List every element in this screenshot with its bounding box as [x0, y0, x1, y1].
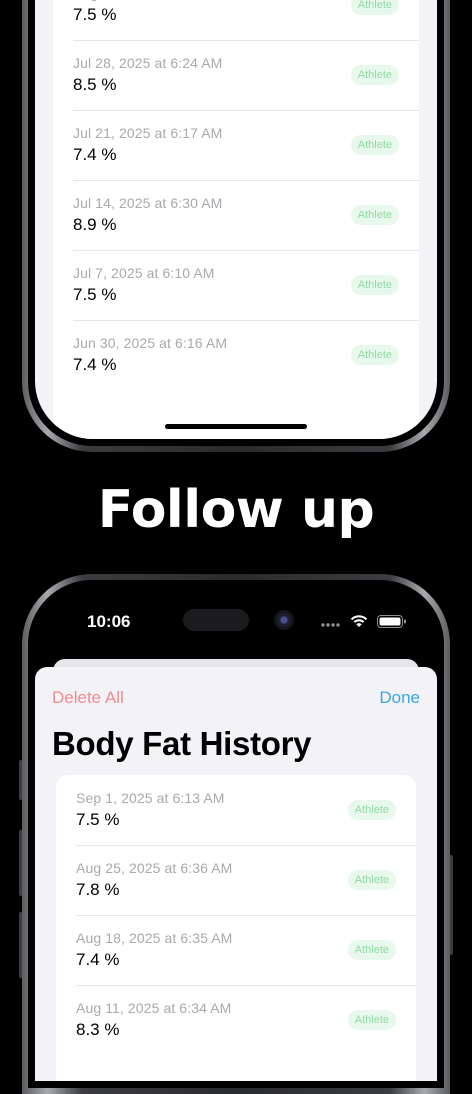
entry-date: Aug 18, 2025 at 6:35 AM	[76, 930, 233, 946]
entry-value: 8.9 %	[73, 215, 117, 234]
bottom-phone-bezel: 10:06 Delete All Done Body Fat History S…	[28, 580, 444, 1088]
top-phone-frame: 8.3 %Aug 4, 2025 at 6:28 AM7.5 %AthleteJ…	[22, 0, 450, 452]
history-sheet: Delete All Done Body Fat History Sep 1, …	[35, 667, 437, 1081]
category-badge: Athlete	[350, 345, 399, 365]
entry-value: 7.8 %	[76, 880, 120, 899]
list-item[interactable]: Aug 4, 2025 at 6:28 AM 7.5 % Athlete	[53, 0, 419, 40]
list-item[interactable]: Jul 28, 2025 at 6:24 AM 8.5 % Athlete	[53, 40, 419, 110]
list-item[interactable]: Jun 30, 2025 at 6:16 AM 7.4 % Athlete	[53, 320, 419, 390]
entry-date: Aug 11, 2025 at 6:34 AM	[76, 1000, 232, 1016]
headline: Follow up	[97, 480, 375, 540]
entry-value: 8.5 %	[73, 75, 117, 94]
dynamic-island	[183, 609, 249, 631]
category-badge: Athlete	[347, 870, 396, 890]
page-title: Body Fat History	[52, 725, 312, 762]
entry-date: Jul 14, 2025 at 6:30 AM	[73, 195, 223, 211]
entry-date: Aug 4, 2025 at 6:28 AM	[73, 0, 222, 1]
entry-value: 8.3 %	[76, 1020, 120, 1039]
category-badge: Athlete	[347, 800, 396, 820]
delete-all-button[interactable]: Delete All	[52, 688, 124, 708]
front-camera-icon	[274, 610, 294, 630]
list-item[interactable]: Sep 1, 2025 at 6:13 AM 7.5 % Athlete	[56, 775, 416, 845]
entry-date: Jul 21, 2025 at 6:17 AM	[73, 125, 223, 141]
category-badge: Athlete	[350, 65, 399, 85]
history-list-top: 8.3 %Aug 4, 2025 at 6:28 AM7.5 %AthleteJ…	[53, 0, 419, 439]
list-item[interactable]: Aug 25, 2025 at 6:36 AM 7.8 % Athlete	[56, 845, 416, 915]
history-list-bottom: Sep 1, 2025 at 6:13 AM 7.5 % Athlete Aug 25…	[56, 775, 416, 1081]
bottom-phone-frame: 10:06 Delete All Done Body Fat History S…	[22, 574, 450, 1094]
entry-date: Jul 7, 2025 at 6:10 AM	[73, 265, 215, 281]
wifi-icon	[350, 615, 367, 627]
entry-value: 7.4 %	[73, 145, 117, 164]
home-indicator[interactable]	[165, 424, 307, 429]
entry-value: 7.4 %	[73, 355, 117, 374]
list-item[interactable]: Aug 11, 2025 at 6:34 AM 8.3 % Athlete	[56, 985, 416, 1055]
entry-value: 7.5 %	[76, 810, 120, 829]
list-item[interactable]: Jul 21, 2025 at 6:17 AM 7.4 % Athlete	[53, 110, 419, 180]
done-button[interactable]: Done	[379, 688, 420, 708]
bottom-phone-screen: 10:06 Delete All Done Body Fat History S…	[35, 587, 437, 1081]
status-icons	[320, 613, 407, 629]
category-badge: Athlete	[350, 205, 399, 225]
top-phone-screen: 8.3 %Aug 4, 2025 at 6:28 AM7.5 %AthleteJ…	[35, 0, 437, 439]
entry-value: 7.4 %	[76, 950, 120, 969]
category-badge: Athlete	[350, 135, 399, 155]
entry-date: Jun 30, 2025 at 6:16 AM	[73, 335, 228, 351]
signal-icon	[321, 623, 340, 627]
top-phone-bezel: 8.3 %Aug 4, 2025 at 6:28 AM7.5 %AthleteJ…	[28, 0, 444, 446]
entry-date: Jul 28, 2025 at 6:24 AM	[73, 55, 223, 71]
entry-date: Aug 25, 2025 at 6:36 AM	[76, 860, 233, 876]
status-time: 10:06	[87, 612, 131, 631]
category-badge: Athlete	[350, 275, 399, 295]
category-badge: Athlete	[350, 0, 399, 15]
category-badge: Athlete	[347, 1010, 396, 1030]
battery-icon	[377, 615, 406, 628]
list-item[interactable]: Jul 14, 2025 at 6:30 AM 8.9 % Athlete	[53, 180, 419, 250]
entry-date: Sep 1, 2025 at 6:13 AM	[76, 790, 225, 806]
entry-value: 7.5 %	[73, 5, 117, 24]
list-item[interactable]: Jul 7, 2025 at 6:10 AM 7.5 % Athlete	[53, 250, 419, 320]
list-item[interactable]: Aug 18, 2025 at 6:35 AM 7.4 % Athlete	[56, 915, 416, 985]
entry-value: 7.5 %	[73, 285, 117, 304]
category-badge: Athlete	[347, 940, 396, 960]
